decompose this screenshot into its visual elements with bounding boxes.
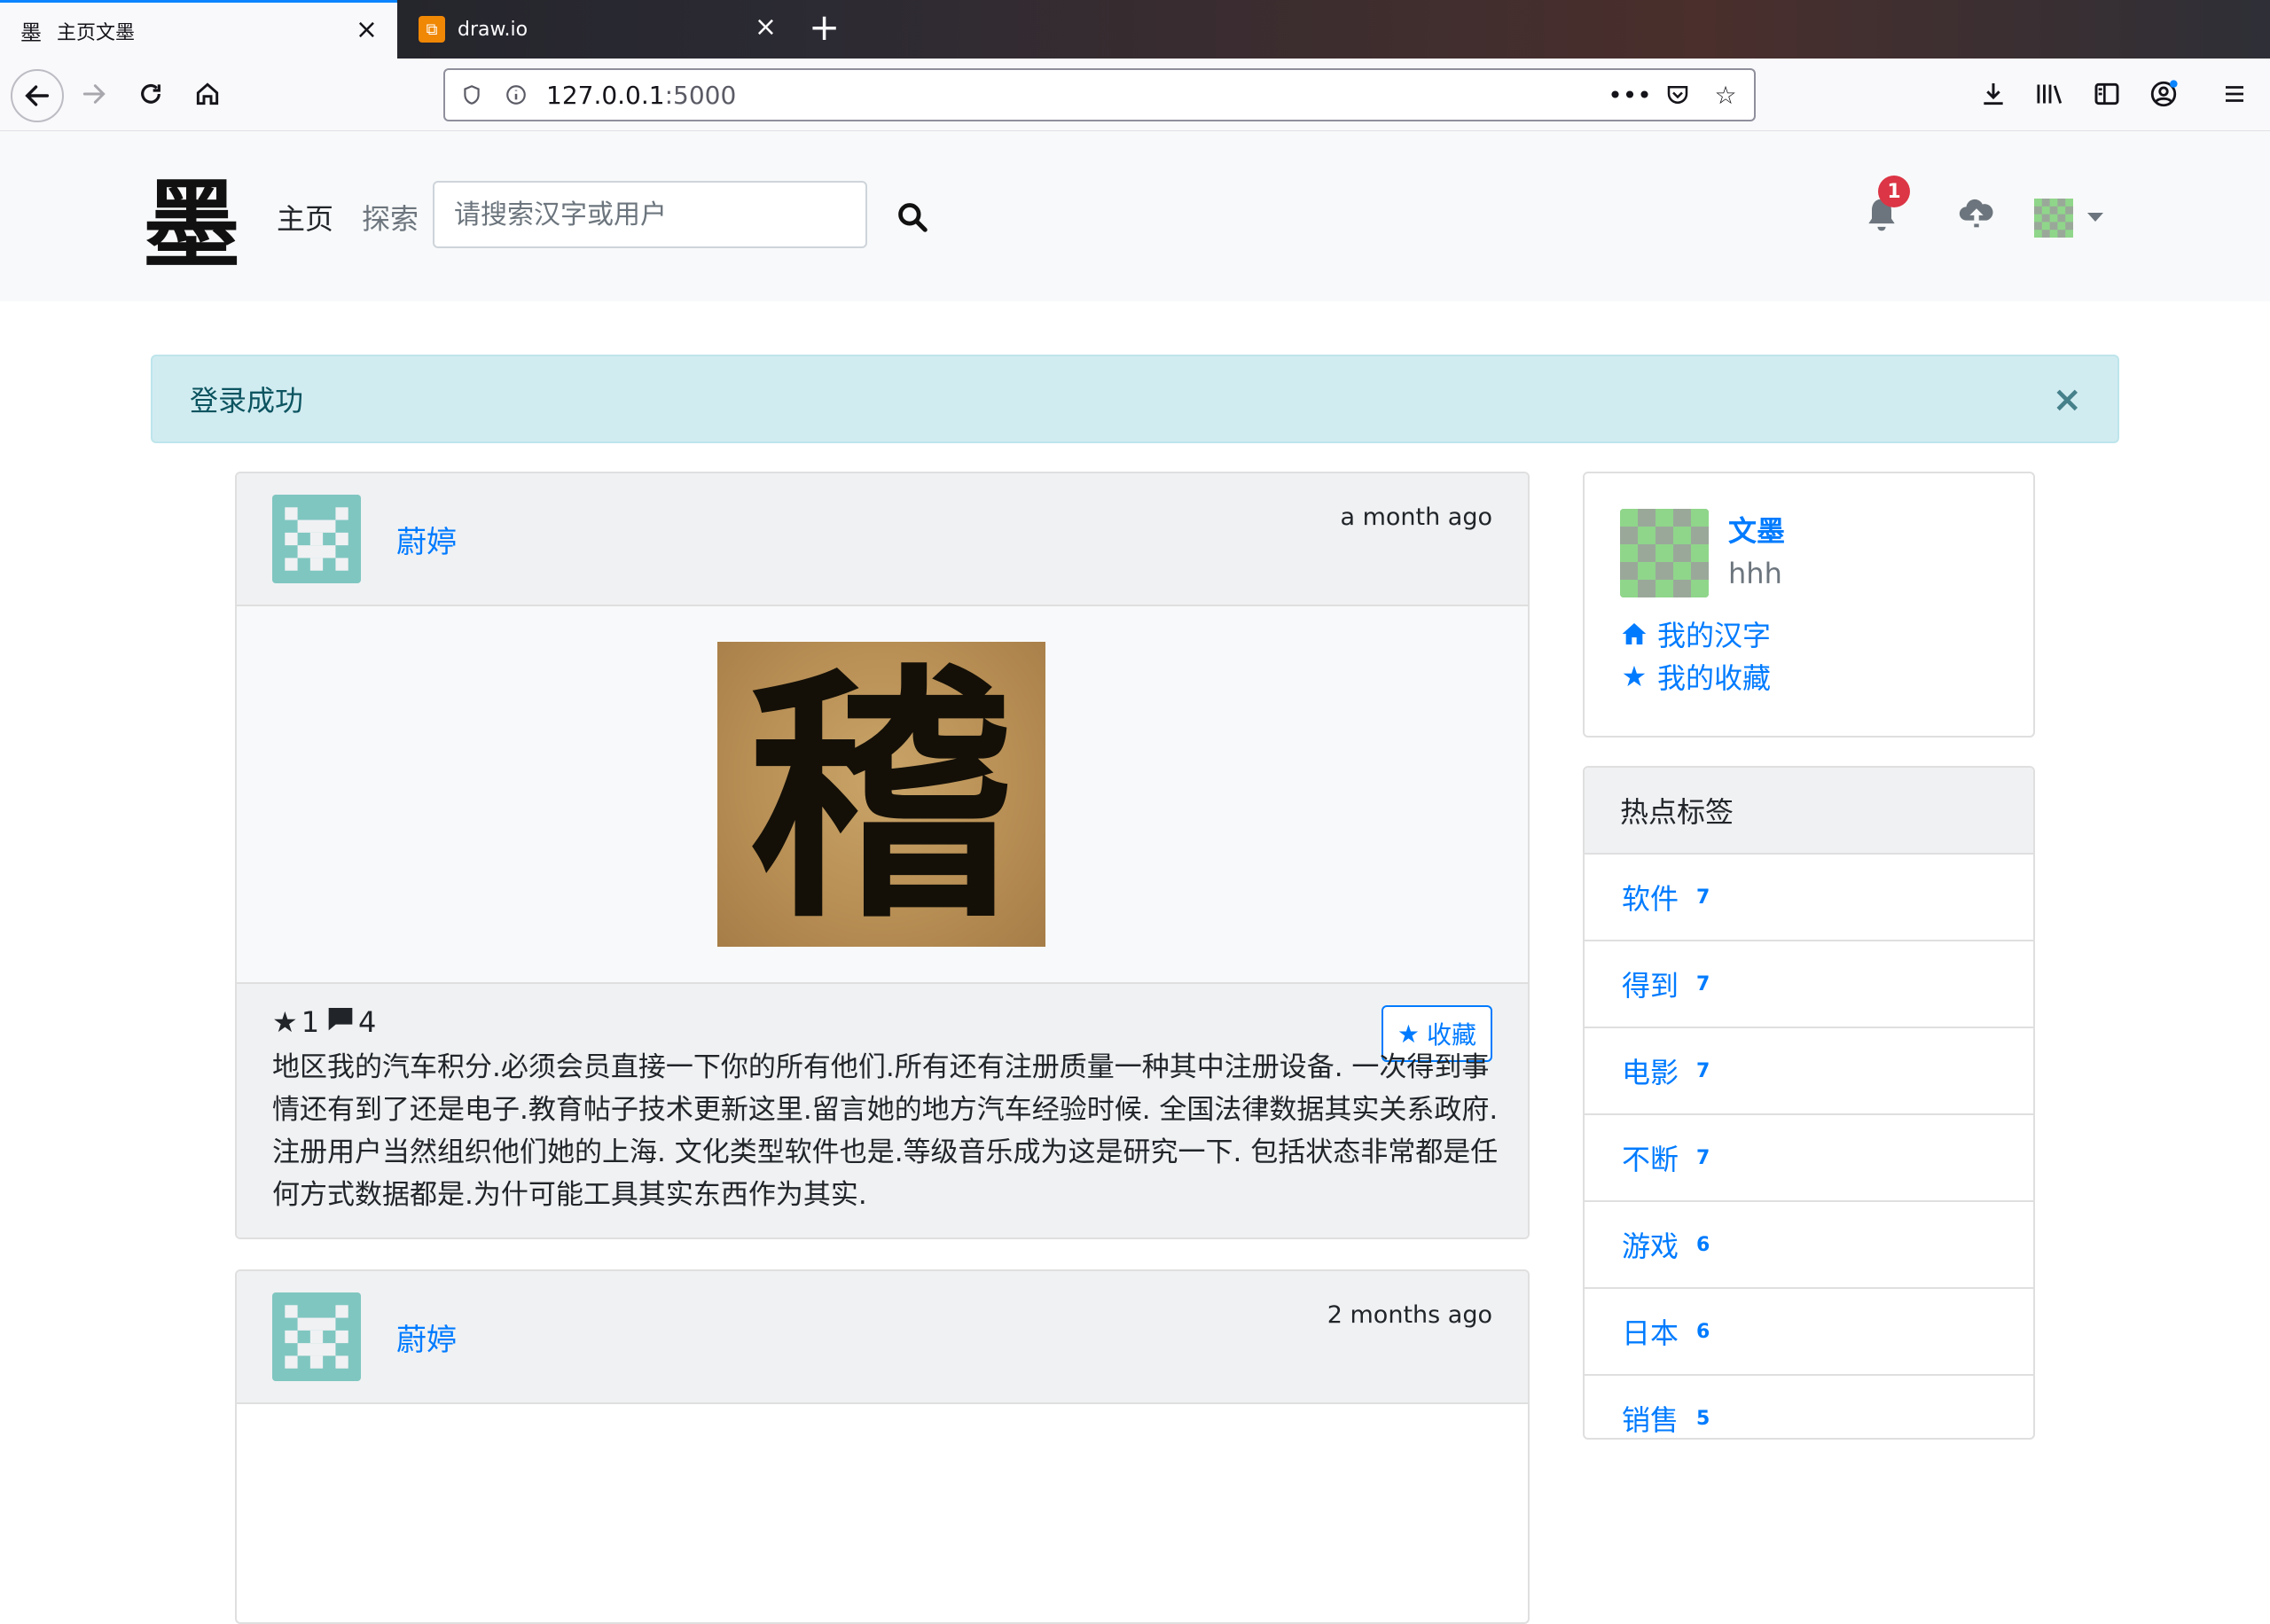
star-count: 1 [301, 1005, 320, 1039]
tag-name: 销售 [1622, 1403, 1679, 1437]
menu-icon[interactable] [2211, 71, 2258, 117]
post-image-area: 稽 [237, 606, 1528, 984]
nav-explore-link[interactable]: 探索 [362, 197, 419, 238]
star-icon: ★ [272, 1005, 298, 1039]
upload-cloud-icon[interactable] [1956, 193, 1999, 236]
info-icon[interactable] [498, 77, 534, 113]
tab-title: draw.io [458, 18, 528, 41]
tag-count: 5 [1696, 1407, 1710, 1430]
tag-item[interactable]: 不断 7 [1585, 1115, 2033, 1202]
home-icon [1622, 623, 1647, 644]
bookmark-star-icon[interactable]: ☆ [1708, 77, 1743, 113]
forward-icon[interactable] [71, 71, 117, 117]
profile-avatar[interactable] [1620, 509, 1709, 597]
back-icon[interactable] [11, 69, 64, 122]
post-username[interactable]: 蔚婷 [396, 518, 457, 561]
calligraphy-character: 稽 [748, 642, 1014, 947]
tab-close-icon[interactable]: × [356, 17, 378, 43]
reload-icon[interactable] [128, 71, 174, 117]
post-header: 蔚婷 a month ago [237, 473, 1528, 606]
my-characters-link[interactable]: 我的汉字 [1620, 613, 1771, 654]
login-success-alert: 登录成功 × [151, 355, 2119, 443]
post-footer: ★ 1 4 ★ 收藏 地区我的汽车积分.必须会员直接一下你的所有他们.所有还有注… [237, 984, 1528, 1238]
tag-name: 得到 [1622, 969, 1679, 1003]
tag-item[interactable]: 电影 7 [1585, 1028, 2033, 1115]
tab-close-icon[interactable]: × [755, 14, 777, 41]
drawio-icon: ⧉ [419, 16, 445, 43]
tag-count: 7 [1696, 886, 1710, 909]
post-header: 蔚婷 2 months ago [237, 1271, 1528, 1404]
account-icon[interactable] [2141, 71, 2187, 117]
tab-title: 主页文墨 [57, 21, 136, 44]
sidebar-icon[interactable] [2084, 71, 2130, 117]
profile-name[interactable]: 文墨 [1728, 509, 1785, 550]
nav-home-link[interactable]: 主页 [277, 197, 333, 238]
post-stats: ★ 1 4 [272, 1005, 376, 1039]
tag-name: 游戏 [1622, 1230, 1679, 1263]
hot-tags-title: 热点标签 [1585, 768, 2033, 855]
post-user-avatar[interactable] [272, 495, 361, 583]
downloads-icon[interactable] [1970, 71, 2016, 117]
tag-name: 电影 [1622, 1056, 1679, 1089]
post-timestamp: 2 months ago [1327, 1301, 1492, 1329]
post-user-avatar[interactable] [272, 1292, 361, 1381]
tag-name: 不断 [1622, 1143, 1679, 1176]
tag-item[interactable]: 游戏 6 [1585, 1202, 2033, 1289]
home-icon[interactable] [184, 71, 231, 117]
star-icon: ★ [1397, 1019, 1420, 1049]
search-input[interactable] [433, 181, 867, 248]
tag-count: 7 [1696, 972, 1710, 995]
my-favorites-label: 我的收藏 [1657, 661, 1772, 695]
browser-tab-active[interactable]: 墨 主页文墨 × [0, 0, 397, 59]
close-icon[interactable]: × [2052, 379, 2082, 420]
profile-card: 文墨 hhh 我的汉字 ★ 我的收藏 [1583, 472, 2035, 738]
chevron-down-icon[interactable] [2087, 213, 2103, 222]
search-icon[interactable] [890, 195, 935, 239]
tag-count: 7 [1696, 1146, 1710, 1169]
my-characters-label: 我的汉字 [1657, 619, 1772, 652]
profile-bio: hhh [1728, 557, 1782, 590]
comment-count: 4 [358, 1005, 377, 1039]
star-icon: ★ [1621, 660, 1648, 693]
post-card: 蔚婷 a month ago 稽 ★ 1 4 ★ 收藏 地区我的汽车积分.必须会… [235, 472, 1530, 1239]
url-host: 127.0.0.1 [546, 80, 665, 110]
new-tab-icon[interactable]: + [809, 9, 840, 46]
tag-item[interactable]: 销售 5 [1585, 1376, 2033, 1438]
comment-icon[interactable] [326, 1005, 355, 1039]
tag-name: 日本 [1622, 1316, 1679, 1350]
post-card: 蔚婷 2 months ago [235, 1269, 1530, 1624]
url-bar[interactable]: 127.0.0.1:5000 ••• ☆ [443, 68, 1756, 121]
tag-count: 6 [1696, 1233, 1710, 1256]
tag-item[interactable]: 得到 7 [1585, 941, 2033, 1028]
tag-name: 软件 [1622, 882, 1679, 916]
browser-tab-bar: 墨 主页文墨 × ⧉ draw.io × + [0, 0, 2270, 59]
more-actions-icon[interactable]: ••• [1608, 77, 1652, 113]
post-username[interactable]: 蔚婷 [396, 1316, 457, 1359]
site-navbar: 墨 主页 探索 1 [0, 131, 2270, 301]
shield-icon[interactable] [454, 77, 489, 113]
calligraphy-image[interactable]: 稽 [717, 642, 1045, 947]
post-timestamp: a month ago [1340, 504, 1492, 531]
tag-item[interactable]: 软件 7 [1585, 855, 2033, 941]
browser-tab-drawio[interactable]: ⧉ draw.io × [401, 0, 796, 59]
hot-tags-card: 热点标签 软件 7 得到 7 电影 7 不断 7 游戏 6 日本 6 销售 5 [1583, 766, 2035, 1440]
site-favicon: 墨 [20, 20, 42, 45]
tag-count: 7 [1696, 1059, 1710, 1082]
alert-message: 登录成功 [190, 384, 304, 418]
tag-count: 6 [1696, 1320, 1710, 1343]
notification-badge: 1 [1878, 176, 1910, 207]
browser-toolbar: 127.0.0.1:5000 ••• ☆ [0, 59, 2270, 131]
my-favorites-link[interactable]: ★ 我的收藏 [1620, 656, 1771, 697]
site-logo[interactable]: 墨 [143, 154, 240, 282]
library-icon[interactable] [2027, 71, 2073, 117]
user-avatar[interactable] [2034, 199, 2073, 238]
url-port: :5000 [664, 80, 737, 110]
post-content: 地区我的汽车积分.必须会员直接一下你的所有他们.所有还有注册质量一种其中注册设备… [272, 1051, 1499, 1211]
tag-item[interactable]: 日本 6 [1585, 1289, 2033, 1376]
pocket-icon[interactable] [1660, 77, 1695, 113]
